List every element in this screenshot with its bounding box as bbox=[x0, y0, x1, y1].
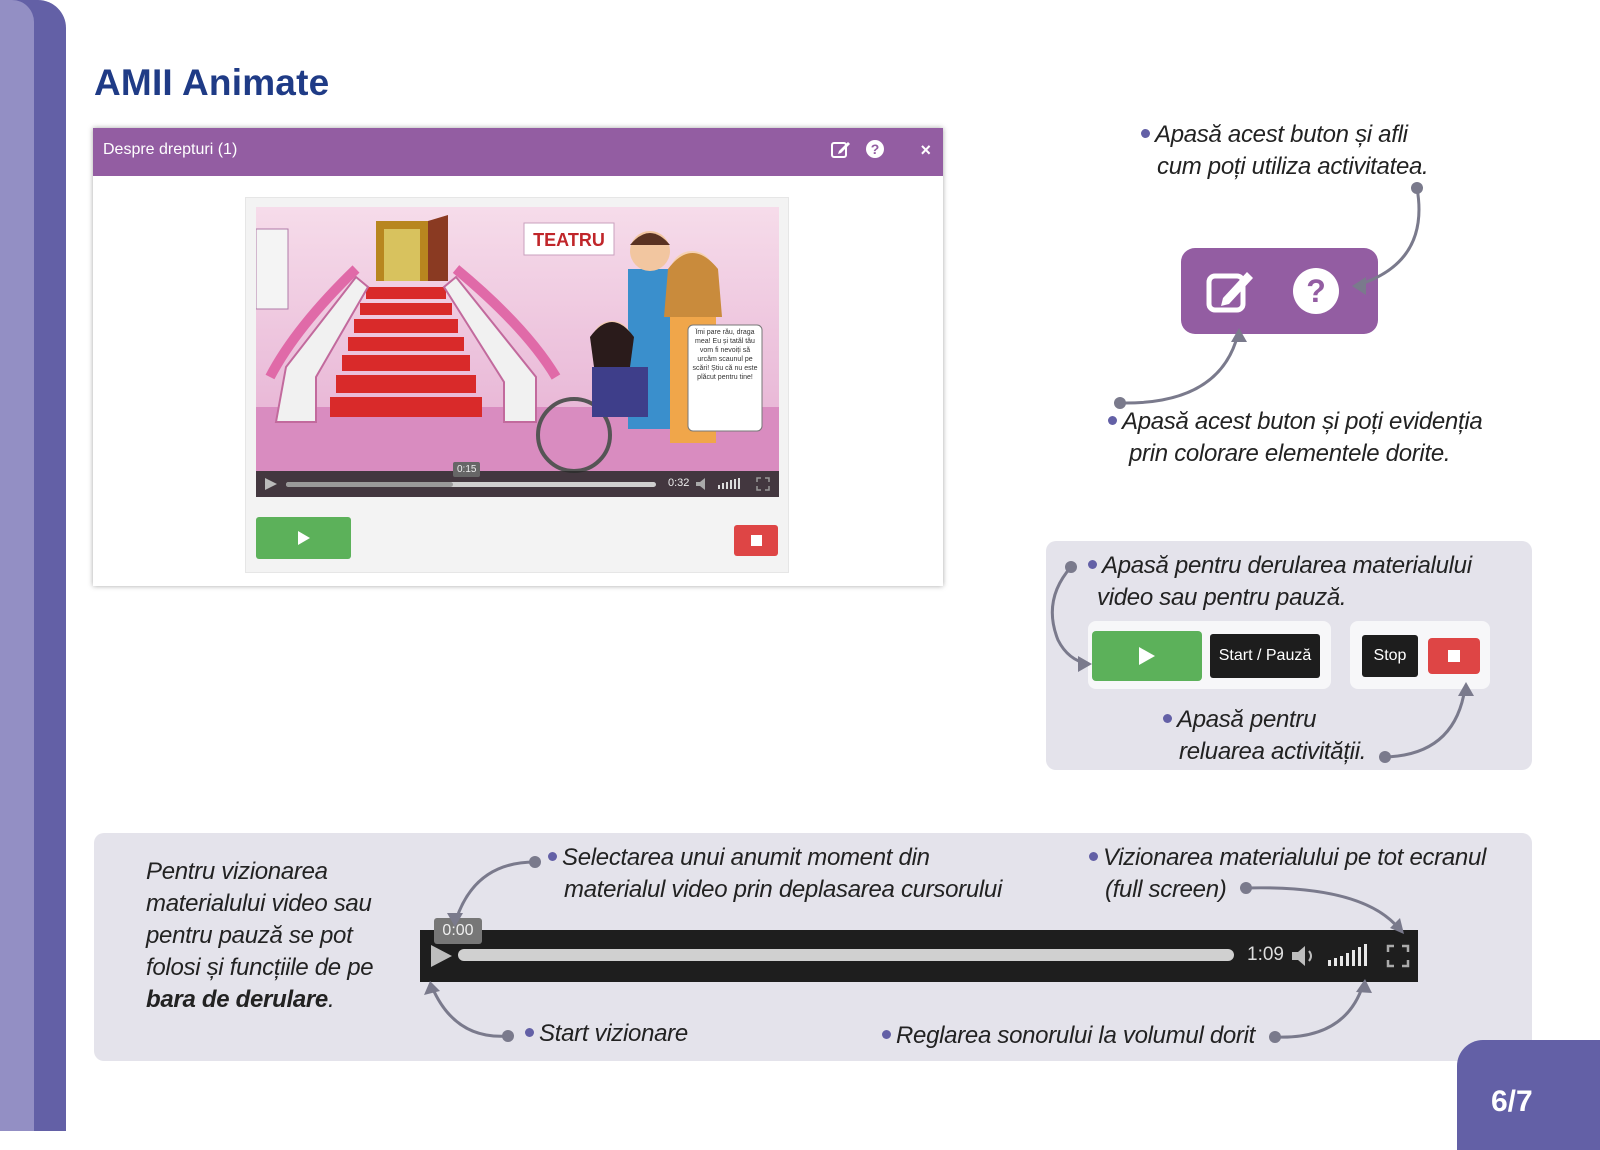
stop-tooltip: Stop bbox=[1362, 635, 1418, 677]
play-pause-callout: Apasă pentru derularea materialului vide… bbox=[1088, 550, 1472, 614]
page-number: 6/7 bbox=[1491, 1085, 1533, 1118]
video-frame[interactable]: TEATRU Îmi pare rău, draga mea! Eu și ta… bbox=[256, 207, 779, 497]
stop-icon bbox=[1448, 650, 1460, 662]
video-progress-track[interactable] bbox=[286, 482, 656, 487]
svg-text:?: ? bbox=[871, 141, 880, 157]
volume-icon[interactable] bbox=[696, 478, 710, 490]
video-control-bar: 0:15 0:32 bbox=[256, 462, 779, 497]
bullet bbox=[525, 1028, 534, 1038]
play-button-card: Start / Pauză bbox=[1088, 621, 1331, 689]
bullet bbox=[1108, 416, 1117, 426]
activity-window: Despre drepturi (1) ? × TEATRU Îmi pare … bbox=[93, 128, 943, 586]
stop-button-card: Stop bbox=[1350, 621, 1490, 689]
start-pause-tooltip: Start / Pauză bbox=[1210, 634, 1320, 678]
play-icon bbox=[298, 531, 310, 545]
bullet bbox=[1089, 852, 1098, 862]
play-icon[interactable] bbox=[430, 944, 454, 968]
scrub-time-tooltip: 0:00 bbox=[434, 918, 482, 944]
video-progress-fill bbox=[286, 482, 453, 487]
close-icon[interactable]: × bbox=[920, 139, 931, 161]
volume-slider[interactable] bbox=[1328, 942, 1376, 970]
stop-button[interactable] bbox=[734, 525, 778, 556]
edit-icon bbox=[1206, 272, 1253, 313]
video-time-tooltip: 0:15 bbox=[453, 462, 481, 477]
bullet bbox=[1088, 560, 1097, 570]
window-title: Despre drepturi (1) bbox=[103, 141, 238, 158]
theatre-sign: TEATRU bbox=[533, 230, 605, 250]
help-icon[interactable]: ? bbox=[864, 138, 886, 160]
speech-bubble: Îmi pare rău, draga mea! Eu și tatăl tău… bbox=[692, 329, 758, 381]
start-callout: Start vizionare bbox=[525, 1018, 688, 1050]
stop-icon bbox=[751, 535, 762, 546]
restart-callout: Apasă pentru reluarea activității. bbox=[1163, 704, 1366, 768]
svg-text:?: ? bbox=[1306, 273, 1326, 309]
volume-icon[interactable] bbox=[1291, 944, 1317, 968]
volume-callout: Reglarea sonorului la volumul dorit bbox=[882, 1020, 1255, 1052]
fullscreen-icon[interactable] bbox=[756, 477, 770, 491]
scrub-track[interactable] bbox=[458, 949, 1234, 961]
page-title: AMII Animate bbox=[94, 62, 330, 103]
bullet bbox=[548, 852, 557, 862]
tool-buttons-illustration: ? bbox=[1181, 248, 1378, 334]
help-icon: ? bbox=[1293, 268, 1339, 314]
help-callout: Apasă acest buton și afli cum poți utili… bbox=[1141, 119, 1429, 183]
bullet bbox=[882, 1030, 891, 1040]
bullet bbox=[1141, 129, 1150, 139]
fullscreen-callout: Vizionarea materialului pe tot ecranul (… bbox=[1089, 842, 1486, 906]
edit-icon[interactable] bbox=[830, 138, 852, 160]
play-icon[interactable] bbox=[264, 477, 278, 491]
play-icon bbox=[1139, 647, 1155, 665]
play-pause-button-large[interactable] bbox=[1092, 631, 1202, 681]
play-pause-button[interactable] bbox=[256, 517, 351, 559]
scrub-bar: 0:00 1:09 bbox=[420, 918, 1418, 982]
video-player: TEATRU Îmi pare rău, draga mea! Eu și ta… bbox=[245, 197, 789, 573]
volume-slider[interactable] bbox=[718, 477, 748, 491]
scrub-duration: 1:09 bbox=[1247, 944, 1284, 965]
bullet bbox=[1163, 714, 1172, 724]
window-title-bar: Despre drepturi (1) ? × bbox=[93, 128, 943, 176]
video-duration: 0:32 bbox=[668, 477, 690, 489]
edit-callout: Apasă acest buton și poți evidenția prin… bbox=[1108, 406, 1483, 470]
sidebar-decoration-inner bbox=[0, 0, 34, 1131]
select-moment-callout: Selectarea unui anumit moment din materi… bbox=[548, 842, 1002, 906]
stop-button-large[interactable] bbox=[1428, 638, 1480, 674]
fullscreen-icon[interactable] bbox=[1386, 944, 1410, 968]
scrubbar-intro: Pentru vizionarea materialului video sau… bbox=[146, 858, 374, 1013]
